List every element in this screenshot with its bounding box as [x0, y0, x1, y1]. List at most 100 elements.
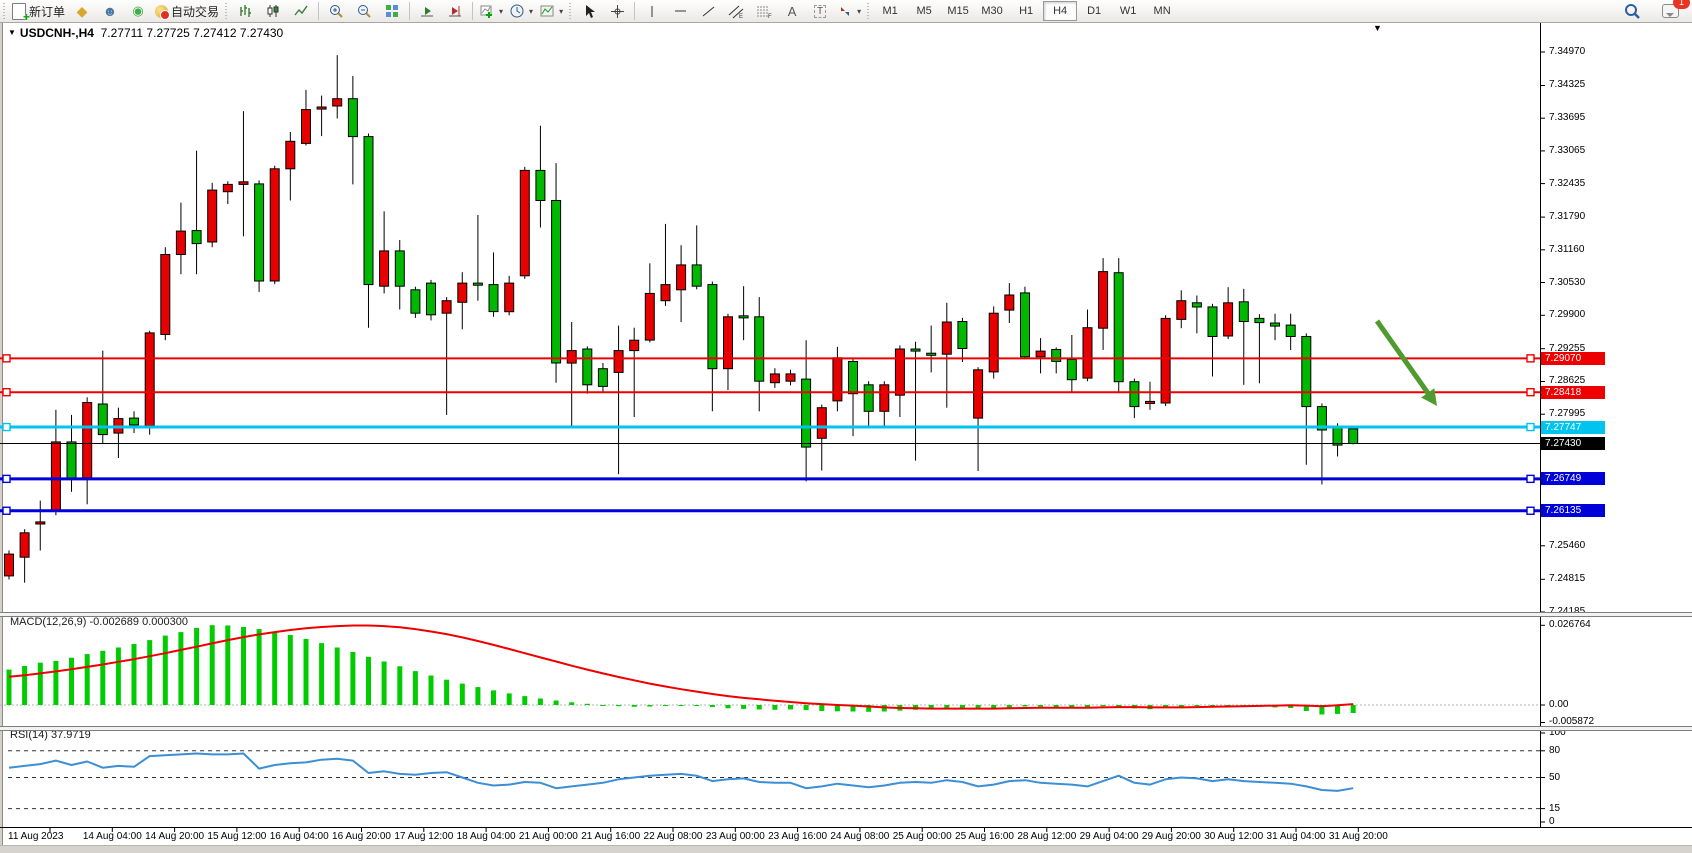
trendline-tool[interactable]: [694, 0, 722, 22]
notifications-button[interactable]: 1: [1656, 0, 1684, 22]
time-axis-label: 29 Aug 20:00: [1142, 831, 1201, 842]
pane-splitter-rsi[interactable]: [0, 726, 1692, 731]
timeframe-button-m1[interactable]: M1: [873, 1, 907, 21]
periods-button[interactable]: ▾: [506, 0, 536, 22]
candle-body: [333, 99, 342, 106]
candle-body: [880, 385, 889, 412]
community-button[interactable]: ☻: [96, 0, 124, 22]
line-chart-button[interactable]: [287, 0, 315, 22]
line-handle[interactable]: [1527, 475, 1534, 482]
price-axis-label: 7.34970: [1549, 46, 1585, 57]
text-label-tool[interactable]: T: [806, 0, 834, 22]
line-handle[interactable]: [3, 389, 10, 396]
candle-body: [286, 141, 295, 169]
timeframe-button-d1[interactable]: D1: [1077, 1, 1111, 21]
macd-bar: [1007, 705, 1012, 707]
zoom-out-button[interactable]: [350, 0, 378, 22]
candle-body: [598, 369, 607, 387]
candle-body: [786, 374, 795, 381]
search-button[interactable]: [1618, 0, 1646, 22]
timeframe-button-h1[interactable]: H1: [1009, 1, 1043, 21]
zoom-out-icon: [356, 3, 373, 20]
macd-bar: [538, 699, 543, 706]
candle-body: [1349, 429, 1358, 444]
styler-button[interactable]: ◆: [68, 0, 96, 22]
macd-bar: [741, 705, 746, 709]
timeframe-button-mn[interactable]: MN: [1145, 1, 1179, 21]
pane-splitter-macd[interactable]: [0, 612, 1692, 617]
cursor-button[interactable]: [575, 0, 603, 22]
line-handle[interactable]: [1527, 424, 1534, 431]
macd-bar: [288, 635, 293, 705]
line-handle[interactable]: [1527, 389, 1534, 396]
timeframe-button-h4[interactable]: H4: [1043, 1, 1077, 21]
candle-body: [1255, 318, 1264, 322]
rsi-axis-label: 0: [1549, 816, 1555, 827]
fibonacci-tool[interactable]: F: [750, 0, 778, 22]
vertical-line-tool[interactable]: [638, 0, 666, 22]
macd-axis-label: 0.026764: [1549, 619, 1591, 630]
line-handle[interactable]: [1527, 355, 1534, 362]
indicators-button[interactable]: ▾: [476, 0, 506, 22]
toolbar-grip[interactable]: [866, 3, 871, 19]
candle-body: [583, 349, 592, 385]
line-chart-icon: [293, 3, 309, 19]
macd-bar: [460, 684, 465, 705]
price-tag: 7.28418: [1541, 386, 1605, 399]
candlestick-chart-icon: [265, 3, 281, 19]
line-handle[interactable]: [3, 475, 10, 482]
time-axis-label: 18 Aug 04:00: [457, 831, 516, 842]
timeframe-button-w1[interactable]: W1: [1111, 1, 1145, 21]
arrows-tool[interactable]: ▾: [834, 0, 864, 22]
price-tag: 7.26135: [1541, 504, 1605, 517]
trend-arrow[interactable]: [1377, 321, 1428, 393]
candle-body: [833, 358, 842, 401]
line-handle[interactable]: [1527, 507, 1534, 514]
candle-body: [1052, 350, 1061, 362]
chart-shift-marker-icon[interactable]: ▼: [1373, 23, 1382, 33]
timeframe-button-m30[interactable]: M30: [975, 1, 1009, 21]
chart-shift-button[interactable]: [441, 0, 469, 22]
signals-button[interactable]: ◉: [124, 0, 152, 22]
auto-scroll-button[interactable]: [413, 0, 441, 22]
horizontal-line-tool[interactable]: [666, 0, 694, 22]
macd-bar: [7, 670, 12, 705]
line-handle[interactable]: [3, 507, 10, 514]
price-tag: 7.29070: [1541, 352, 1605, 365]
text-tool[interactable]: A: [778, 0, 806, 22]
equidistant-channel-tool[interactable]: E: [722, 0, 750, 22]
macd-bar: [272, 632, 277, 705]
macd-axis-label: 0.00: [1549, 699, 1568, 710]
line-handle[interactable]: [3, 424, 10, 431]
candle-body: [895, 349, 904, 395]
candle-body: [364, 137, 373, 285]
macd-bar: [647, 705, 652, 707]
toolbar-grip[interactable]: [224, 3, 229, 19]
candle-body: [927, 353, 936, 355]
timeframe-button-m5[interactable]: M5: [907, 1, 941, 21]
candle-body: [661, 285, 670, 301]
candlestick-chart-button[interactable]: [259, 0, 287, 22]
macd-bar: [1101, 705, 1106, 706]
candle-body: [192, 231, 201, 244]
macd-bar: [632, 705, 637, 707]
candle-body: [473, 283, 482, 285]
price-axis-label: 7.30530: [1549, 277, 1585, 288]
crosshair-button[interactable]: [603, 0, 631, 22]
bar-chart-button[interactable]: [231, 0, 259, 22]
toolbar-grip[interactable]: [2, 3, 7, 19]
templates-button[interactable]: ▾: [536, 0, 566, 22]
zoom-in-icon: [328, 3, 345, 20]
quick-trade-collapse-icon[interactable]: ▼: [8, 28, 16, 37]
macd-bar: [1351, 705, 1356, 713]
chart-canvas[interactable]: [0, 0, 1692, 852]
new-order-button[interactable]: 新订单: [9, 0, 68, 22]
auto-trading-button[interactable]: 自动交易: [152, 0, 222, 22]
toolbar-grip[interactable]: [568, 3, 573, 19]
line-handle[interactable]: [3, 355, 10, 362]
tile-windows-button[interactable]: [378, 0, 406, 22]
macd-bar: [444, 680, 449, 705]
price-axis-label: 7.34325: [1549, 79, 1585, 90]
timeframe-button-m15[interactable]: M15: [941, 1, 975, 21]
zoom-in-button[interactable]: [322, 0, 350, 22]
